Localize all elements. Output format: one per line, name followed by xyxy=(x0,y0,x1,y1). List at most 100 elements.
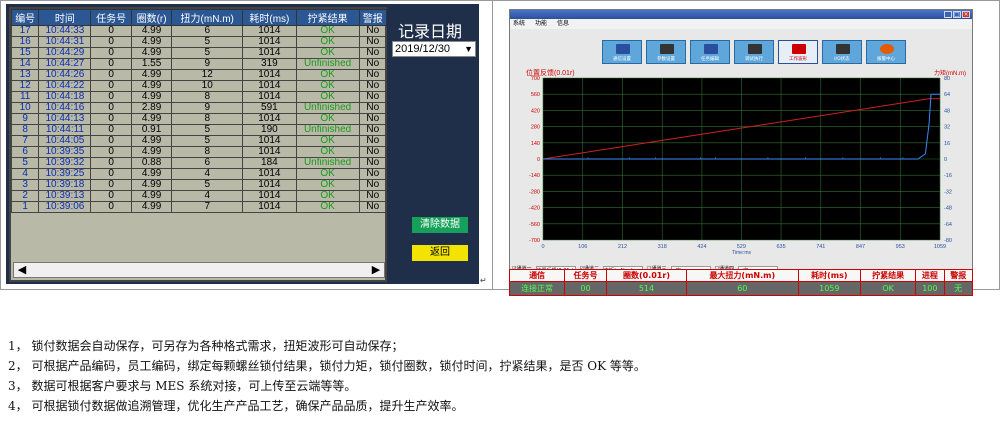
table-row[interactable]: 3 10:39:18 0 4.99 5 1014 OK No xyxy=(10,179,388,191)
right-tick-label: -32 xyxy=(944,189,952,195)
tab-label: 通信设置 xyxy=(613,57,631,62)
table-row[interactable]: 2 10:39:13 0 4.99 4 1014 OK No xyxy=(10,190,388,202)
back-button[interactable]: 返回 xyxy=(412,245,468,261)
table-row[interactable]: 15 10:44:29 0 4.99 5 1014 OK No xyxy=(10,47,388,59)
tab-gear[interactable]: 参数设置 xyxy=(646,40,686,64)
table-cell: 12 xyxy=(171,69,244,81)
right-tick-label: -16 xyxy=(944,173,952,179)
x-tick-label: 741 xyxy=(816,244,825,250)
table-row[interactable]: 17 10:44:33 0 4.99 6 1014 OK No xyxy=(10,25,388,37)
table-cell: 4.99 xyxy=(130,91,173,103)
table-cell: 0 xyxy=(90,168,132,180)
table-row[interactable]: 14 10:44:27 0 1.55 9 319 Unfinished No xyxy=(10,58,388,70)
record-panel: 编号 时间 任务号 圈数(r) 扭力(mN.m) 耗时(ms) 拧紧结果 警报 17 10:44… xyxy=(6,4,479,284)
status-value: 60 xyxy=(686,281,799,296)
tab-label: 工作波形 xyxy=(789,57,807,62)
table-cell: No xyxy=(358,91,388,103)
table-cell: 0 xyxy=(90,47,132,59)
menu-bar: 系统 功能 信息 xyxy=(510,19,972,29)
table-row[interactable]: 10 10:44:16 0 2.89 9 591 Unfinished No xyxy=(10,102,388,114)
date-select[interactable]: 2019/12/30 ▼ xyxy=(392,41,476,57)
table-cell: No xyxy=(358,113,388,125)
scroll-right-icon[interactable]: ▶ xyxy=(368,263,384,277)
menu-item[interactable]: 功能 xyxy=(535,19,547,29)
table-cell: 1.55 xyxy=(130,58,173,70)
table-row[interactable]: 12 10:44:22 0 4.99 10 1014 OK No xyxy=(10,80,388,92)
table-cell: 6 xyxy=(10,146,40,158)
horizontal-scrollbar[interactable]: ◀ ▶ xyxy=(13,262,385,278)
waveform-chart: 700 560 420 280 140 0 -140 -280 -420 -560 -700 80 64… xyxy=(529,76,952,256)
table-row[interactable]: 4 10:39:25 0 4.99 4 1014 OK No xyxy=(10,168,388,180)
table-cell: 591 xyxy=(242,102,297,114)
tab-label: 调试执行 xyxy=(745,57,763,62)
table-cell: 0 xyxy=(90,146,132,158)
left-tick-label: 280 xyxy=(531,125,540,131)
table-cell: 0 xyxy=(90,113,132,125)
menu-item[interactable]: 信息 xyxy=(557,19,569,29)
table-cell: 10:44:27 xyxy=(38,58,92,70)
left-tick-label: 700 xyxy=(531,76,540,82)
table-cell: 4.99 xyxy=(130,135,173,147)
note-line: 3， 数据可根据客户要求与 MES 系统对接，可上传至云端等等。 xyxy=(8,379,357,393)
table-cell: 10:44:33 xyxy=(38,25,92,37)
table-cell: 16 xyxy=(10,36,40,48)
table-row[interactable]: 5 10:39:32 0 0.88 6 184 Unfinished No xyxy=(10,157,388,169)
table-cell: OK xyxy=(295,190,360,202)
left-tick-label: 0 xyxy=(537,157,540,163)
table-row[interactable]: 11 10:44:18 0 4.99 8 1014 OK No xyxy=(10,91,388,103)
tab-io[interactable]: I/O状态 xyxy=(822,40,862,64)
table-cell: No xyxy=(358,157,388,169)
table-cell: 0 xyxy=(90,124,132,136)
table-cell: 0 xyxy=(90,135,132,147)
column-header: 拧紧结果 xyxy=(295,9,360,26)
table-cell: OK xyxy=(295,135,360,147)
status-table: 通信 任务号 圈数(0.01r) 最大扭力(mN.m) 耗时(ms) 拧紧结果 进程 警报 连… xyxy=(508,269,974,296)
maximize-button[interactable]: □ xyxy=(953,11,961,18)
scroll-left-icon[interactable]: ◀ xyxy=(14,263,30,277)
close-button[interactable]: × xyxy=(962,11,970,18)
tab-waveform[interactable]: 工作波形 xyxy=(778,40,818,64)
table-cell: 0 xyxy=(90,157,132,169)
table-row[interactable]: 6 10:39:35 0 4.99 8 1014 OK No xyxy=(10,146,388,158)
table-cell: 10:44:18 xyxy=(38,91,92,103)
table-row[interactable]: 9 10:44:13 0 4.99 8 1014 OK No xyxy=(10,113,388,125)
screenshot-root: 编号 时间 任务号 圈数(r) 扭力(mN.m) 耗时(ms) 拧紧结果 警报 17 10:44… xyxy=(0,0,1000,423)
table-cell: OK xyxy=(295,113,360,125)
table-cell: 4.99 xyxy=(130,190,173,202)
window-buttons: _ □ × xyxy=(944,11,970,18)
table-cell: 4.99 xyxy=(130,201,173,213)
tab-monitor[interactable]: 通信设置 xyxy=(602,40,642,64)
left-tick-label: -560 xyxy=(529,222,540,228)
tab-alarm[interactable]: 报警中心 xyxy=(866,40,906,64)
clear-data-button[interactable]: 清除数据 xyxy=(412,217,468,233)
table-cell: 4.99 xyxy=(130,69,173,81)
table-row[interactable]: 13 10:44:26 0 4.99 12 1014 OK No xyxy=(10,69,388,81)
table-row[interactable]: 8 10:44:11 0 0.91 5 190 Unfinished No xyxy=(10,124,388,136)
column-header: 时间 xyxy=(38,9,92,26)
chevron-down-icon[interactable]: ▼ xyxy=(464,42,473,57)
table-row[interactable]: 1 10:39:06 0 4.99 7 1014 OK No xyxy=(10,201,388,213)
table-cell: Unfinished xyxy=(295,58,360,70)
table-cell: 1014 xyxy=(242,146,297,158)
table-row[interactable]: 7 10:44:05 0 4.99 5 1014 OK No xyxy=(10,135,388,147)
table-cell: 5 xyxy=(171,36,244,48)
table-cell: 4 xyxy=(171,190,244,202)
table-cell: 10:39:06 xyxy=(38,201,92,213)
minimize-button[interactable]: _ xyxy=(944,11,952,18)
table-cell: 0 xyxy=(90,58,132,70)
status-header: 拧紧结果 xyxy=(860,269,917,282)
menu-item[interactable]: 系统 xyxy=(513,19,525,29)
table-row[interactable]: 16 10:44:31 0 4.99 5 1014 OK No xyxy=(10,36,388,48)
status-header: 警报 xyxy=(943,269,974,282)
status-value: 1059 xyxy=(797,281,862,296)
table-cell: 0 xyxy=(90,91,132,103)
screwdriver-icon xyxy=(748,44,762,54)
table-cell: 4.99 xyxy=(130,80,173,92)
tab-screwdriver[interactable]: 调试执行 xyxy=(734,40,774,64)
table-cell: 0.91 xyxy=(130,124,173,136)
column-header: 扭力(mN.m) xyxy=(171,9,244,26)
table-cell: No xyxy=(358,179,388,191)
tab-document[interactable]: 任务编辑 xyxy=(690,40,730,64)
table-cell: 2 xyxy=(10,190,40,202)
status-header: 圈数(0.01r) xyxy=(605,269,688,282)
